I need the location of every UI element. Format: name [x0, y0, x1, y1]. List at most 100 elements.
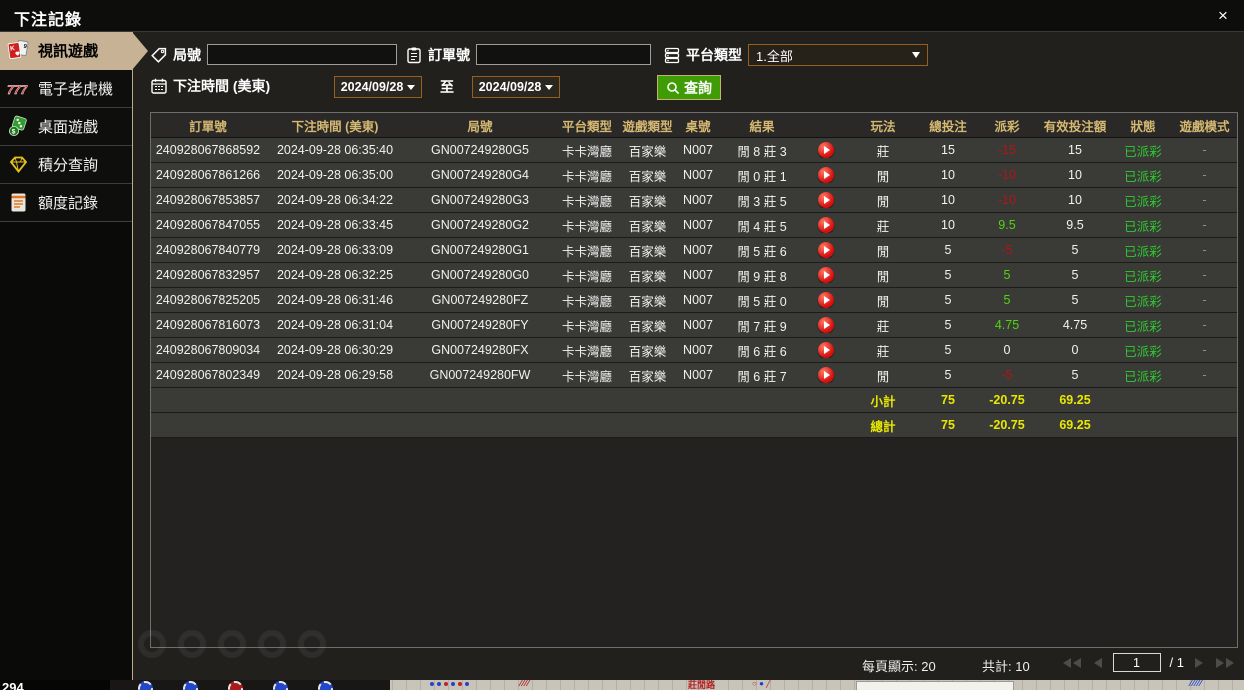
road-legend: ○ ● ╱ — [752, 680, 771, 688]
pagination: / 1 — [1061, 653, 1236, 672]
cell-total-bet: 5 — [944, 318, 952, 332]
cell-valid-bet: 0 — [1071, 343, 1079, 357]
replay-play-icon[interactable] — [818, 367, 834, 383]
cell-table-no: N007 — [683, 168, 713, 182]
cell-bet-time: 2024-09-28 06:35:00 — [276, 168, 394, 182]
grand-total-row-payout: -20.75 — [989, 418, 1025, 432]
order-no-input[interactable] — [476, 44, 651, 65]
col-header: 訂單號 — [189, 119, 227, 134]
cell-order-no: 240928067832957 — [155, 268, 261, 282]
replay-play-icon[interactable] — [818, 317, 834, 333]
cell-payout: 5 — [1003, 293, 1011, 307]
table-row: 240928067816073 2024-09-28 06:31:04 GN0072… — [151, 313, 1237, 338]
cell-valid-bet: 5 — [1071, 268, 1079, 282]
cell-result: 閒 8 莊 3 — [737, 144, 787, 159]
sidebar-item-quota[interactable]: 額度記錄 — [0, 184, 132, 222]
svg-text:$: $ — [12, 129, 16, 136]
next-page-button[interactable] — [1193, 656, 1205, 670]
platform-type-value: 1.全部 — [756, 48, 793, 64]
col-header: 總投注 — [929, 119, 967, 134]
cell-valid-bet: 10 — [1068, 168, 1082, 182]
replay-play-icon[interactable] — [818, 292, 834, 308]
col-header: 局號 — [467, 119, 493, 134]
last-page-button[interactable] — [1214, 656, 1236, 670]
cell-bet-type: 閒 — [876, 369, 890, 384]
sidebar-item-points[interactable]: 積分查詢 — [0, 146, 132, 184]
cell-bet-time: 2024-09-28 06:31:46 — [276, 293, 394, 307]
replay-play-icon[interactable] — [818, 142, 834, 158]
cell-total-bet: 15 — [941, 143, 955, 157]
cell-valid-bet: 5 — [1071, 368, 1079, 382]
query-button[interactable]: 查詢 — [657, 75, 721, 100]
replay-play-icon[interactable] — [818, 217, 834, 233]
replay-play-icon[interactable] — [818, 342, 834, 358]
sidebar-item-label: 額度記錄 — [38, 195, 99, 212]
titlebar: 下注記錄 × — [0, 0, 1244, 32]
grand-total-row-total_bet: 75 — [941, 418, 955, 432]
cell-status: 已派彩 — [1124, 369, 1162, 384]
background-lobby-strip: 294 ⁄⁄⁄⁄ 莊閒路 ○ ● ╱ ⁄⁄⁄⁄⁄ — [0, 680, 1244, 690]
bet-records-dialog: 下注記錄 × 9 K 視訊遊戲 777 電子老虎機 $ 桌面遊戲 積分查詢 額度… — [0, 0, 1244, 690]
playing-cards-icon: 9 K — [7, 39, 29, 59]
first-page-button[interactable] — [1061, 656, 1083, 670]
round-no-input[interactable] — [207, 44, 397, 65]
col-header: 遊戲類型 — [622, 119, 673, 134]
cell-result: 閒 9 莊 8 — [737, 269, 787, 284]
platform-type-select[interactable]: 1.全部 — [748, 44, 928, 66]
cell-bet-type: 莊 — [876, 219, 890, 234]
cell-platform: 卡卡灣廳 — [561, 369, 612, 384]
col-header: 下注時間 (美東) — [291, 119, 379, 134]
cell-mode: - — [1202, 368, 1207, 382]
date-to-picker[interactable]: 2024/09/28 — [472, 76, 560, 98]
cell-round-no: GN007249280FY — [431, 318, 529, 332]
replay-play-icon[interactable] — [818, 242, 834, 258]
page-number-input[interactable] — [1112, 653, 1161, 672]
cell-total-bet: 5 — [944, 343, 952, 357]
prev-page-button[interactable] — [1092, 656, 1104, 670]
cell-bet-type: 閒 — [876, 169, 890, 184]
cell-order-no: 240928067853857 — [155, 193, 261, 207]
replay-play-icon[interactable] — [818, 267, 834, 283]
cell-status: 已派彩 — [1124, 169, 1162, 184]
replay-cell — [804, 267, 848, 283]
subtotal-row-total_bet: 75 — [941, 393, 955, 407]
cell-result: 閒 5 莊 6 — [737, 244, 787, 259]
cell-platform: 卡卡灣廳 — [561, 144, 612, 159]
col-header: 有效投注額 — [1043, 119, 1107, 134]
cell-total-bet: 5 — [944, 268, 952, 282]
chip-icon — [318, 681, 333, 690]
cell-status: 已派彩 — [1124, 244, 1162, 259]
sidebar-item-slots[interactable]: 777 電子老虎機 — [0, 70, 132, 108]
cell-bet-type: 閒 — [876, 194, 890, 209]
replay-play-icon[interactable] — [818, 192, 834, 208]
background-panel — [856, 681, 1014, 690]
per-page-label: 每頁顯示: 20 — [862, 659, 936, 674]
cell-status: 已派彩 — [1124, 144, 1162, 159]
table-row: 240928067868592 2024-09-28 06:35:40 GN0072… — [151, 138, 1237, 163]
col-header: 遊戲模式 — [1179, 119, 1230, 134]
table-row: 240928067809034 2024-09-28 06:30:29 GN0072… — [151, 338, 1237, 363]
cell-payout: -10 — [997, 168, 1017, 182]
sidebar-item-label: 桌面遊戲 — [38, 119, 99, 136]
road-hatch-marks: ⁄⁄⁄⁄⁄ — [1190, 680, 1203, 688]
cell-round-no: GN007249280G0 — [431, 268, 529, 282]
col-header: 平台類型 — [561, 119, 612, 134]
table-row: 240928067840779 2024-09-28 06:33:09 GN0072… — [151, 238, 1237, 263]
document-icon — [11, 193, 26, 212]
cell-payout: 9.5 — [998, 218, 1016, 232]
cell-order-no: 240928067868592 — [155, 143, 261, 157]
cell-game-type: 百家樂 — [628, 369, 667, 384]
replay-play-icon[interactable] — [818, 167, 834, 183]
sidebar-item-video-games[interactable]: 9 K 視訊遊戲 — [0, 32, 148, 70]
cell-game-type: 百家樂 — [628, 269, 667, 284]
sidebar-item-table-games[interactable]: $ 桌面遊戲 — [0, 108, 132, 146]
cell-round-no: GN007249280G2 — [431, 218, 529, 232]
date-from-picker[interactable]: 2024/09/28 — [334, 76, 422, 98]
cell-valid-bet: 10 — [1068, 193, 1082, 207]
cell-mode: - — [1202, 293, 1207, 307]
cell-bet-type: 莊 — [876, 344, 890, 359]
table-header-row: 訂單號 下注時間 (美東) 局號 平台類型 遊戲類型 桌號 結果 玩法 總投注 … — [151, 113, 1237, 138]
cell-result: 閒 6 莊 6 — [737, 344, 787, 359]
close-icon[interactable]: × — [1212, 5, 1234, 27]
subtotal-row-payout: -20.75 — [989, 393, 1025, 407]
